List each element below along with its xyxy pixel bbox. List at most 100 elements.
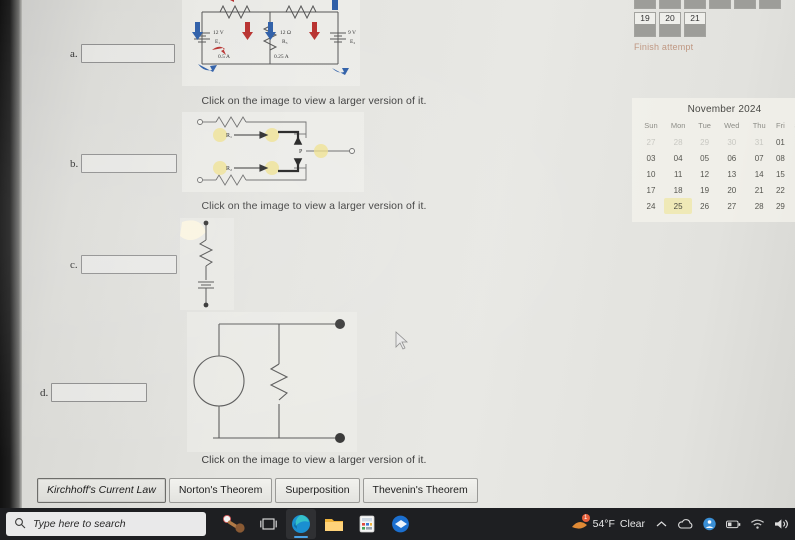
calendar-day[interactable]: 17 — [638, 182, 664, 198]
calendar-week-row: 10 11 12 13 14 15 16 — [638, 166, 795, 182]
finish-attempt-link[interactable]: Finish attempt — [634, 42, 795, 52]
calendar-day[interactable]: 18 — [664, 182, 692, 198]
calendar-day[interactable]: 10 — [638, 166, 664, 182]
question-nav-number: 20 — [665, 13, 675, 24]
calendar-weekday: Fri — [776, 121, 785, 130]
answer-input-c[interactable] — [80, 255, 177, 274]
weather-widget[interactable]: 1 54°F Clear — [571, 513, 645, 532]
edge-browser-icon[interactable] — [286, 509, 316, 539]
calendar-weekday: Wed — [724, 121, 740, 130]
calendar-weekday: Thu — [752, 121, 766, 130]
calendar-day[interactable]: 27 — [638, 134, 664, 150]
chevron-up-icon[interactable] — [654, 517, 669, 532]
figure-a-label-current-right: 0.25 A — [274, 54, 289, 60]
outlook-icon[interactable] — [385, 509, 415, 539]
question-nav-grid-row-top: 13 14 15 16 17 18 — [634, 0, 795, 9]
calendar-day[interactable]: 11 — [664, 166, 692, 182]
calendar-day[interactable]: 29 — [692, 134, 717, 150]
calendar-weekday: Sun — [644, 121, 658, 130]
task-view-icon[interactable] — [253, 509, 283, 539]
option-kirchhoffs-current-law[interactable]: Kirchhoff's Current Law — [37, 478, 166, 503]
calendar-day[interactable]: 02 — [789, 134, 795, 150]
system-tray: 1 54°F Clear — [571, 508, 789, 540]
question-nav-cell[interactable]: 13 — [634, 0, 656, 9]
baseball-bat-glove-icon[interactable] — [220, 509, 250, 539]
teams-icon[interactable] — [702, 517, 717, 532]
calendar-day-today[interactable]: 25 — [663, 198, 693, 214]
calendar-day[interactable]: 28 — [664, 134, 692, 150]
calendar-day[interactable]: 26 — [692, 198, 717, 214]
answer-row-d: d. — [40, 383, 148, 402]
calendar-day[interactable]: 08 — [772, 150, 789, 166]
calendar-day[interactable]: 14 — [747, 166, 772, 182]
calendar-day[interactable]: 21 — [747, 182, 772, 198]
calendar-week-row: 17 18 19 20 21 22 23 — [638, 182, 795, 198]
taskbar-app-icons — [220, 509, 415, 539]
answer-row-a: a. — [70, 44, 175, 63]
question-nav-number: 21 — [690, 13, 700, 24]
question-nav-cell[interactable]: 18 — [759, 0, 781, 9]
calendar-day[interactable]: 12 — [692, 166, 717, 182]
question-nav-cell[interactable]: 17 — [734, 0, 756, 9]
calendar-day[interactable]: 09 — [789, 150, 795, 166]
calendar-day[interactable]: 03 — [638, 150, 664, 166]
calendar-day[interactable]: 30 — [789, 198, 795, 214]
question-nav-cell[interactable]: 19 — [634, 12, 656, 37]
onedrive-icon[interactable] — [678, 517, 693, 532]
figure-b-circuit-image[interactable]: R₁ R₂ P — [182, 112, 364, 192]
weather-temperature: 54°F — [592, 518, 615, 530]
calendar-day[interactable]: 29 — [772, 198, 789, 214]
file-explorer-icon[interactable] — [319, 509, 349, 539]
calendar-day[interactable]: 16 — [789, 166, 795, 182]
calendar-day[interactable]: 23 — [789, 182, 795, 198]
figure-d-circuit-image[interactable] — [187, 312, 357, 452]
calendar-day[interactable]: 22 — [772, 182, 789, 198]
answer-input-b[interactable] — [81, 154, 178, 173]
figure-hint-a: Click on the image to view a larger vers… — [201, 95, 427, 107]
calendar-day[interactable]: 15 — [772, 166, 789, 182]
calendar-day[interactable]: 04 — [664, 150, 692, 166]
taskbar-search-box[interactable]: Type here to search — [6, 512, 206, 536]
answer-input-d[interactable] — [51, 383, 148, 402]
calendar-day[interactable]: 01 — [772, 134, 789, 150]
answer-input-a[interactable] — [80, 44, 175, 63]
calculator-app-icon[interactable] — [352, 509, 382, 539]
question-nav-grid-row-bottom: 19 20 21 — [634, 12, 795, 37]
question-nav-cell[interactable]: 16 — [709, 0, 731, 9]
weather-icon: 1 — [571, 513, 590, 532]
figure-a-label-e1-value: 12 V — [213, 30, 224, 36]
question-nav-state-bar — [710, 0, 730, 8]
figure-a-circuit-image[interactable]: R₁ 4 Ω R₂ 6 Ω 12 V E₁ 12 Ω R₃ 9 V E₂ 0.5… — [182, 0, 360, 86]
battery-icon[interactable] — [726, 517, 741, 532]
question-nav-state-bar — [685, 0, 705, 8]
question-nav-cell[interactable]: 20 — [659, 12, 681, 37]
question-nav-cell[interactable]: 14 — [659, 0, 681, 9]
calendar-day[interactable]: 07 — [747, 150, 772, 166]
figure-hint-b: Click on the image to view a larger vers… — [201, 200, 427, 212]
calendar-day[interactable]: 24 — [638, 198, 664, 214]
calendar-day[interactable]: 28 — [747, 198, 772, 214]
question-navigation-block: 13 14 15 16 17 18 — [634, 0, 795, 52]
figure-c-circuit-image[interactable] — [180, 218, 234, 310]
option-thevenins-theorem[interactable]: Thevenin's Theorem — [362, 478, 478, 503]
calendar-weekday: Sat — [789, 120, 795, 134]
calendar-day[interactable]: 06 — [717, 150, 747, 166]
answer-options-group: Kirchhoff's Current Law Norton's Theorem… — [37, 478, 478, 503]
calendar-day[interactable]: 05 — [692, 150, 717, 166]
option-nortons-theorem[interactable]: Norton's Theorem — [168, 478, 273, 503]
figure-a-label-r3-name: R₃ — [282, 39, 288, 45]
calendar-day[interactable]: 30 — [717, 134, 747, 150]
wifi-icon[interactable] — [750, 517, 765, 532]
answer-label-c: c. — [70, 258, 78, 271]
calendar-day[interactable]: 27 — [717, 198, 747, 214]
calendar-table: Sun Mon Tue Wed Thu Fri Sat 27 28 29 30 — [638, 120, 795, 214]
notification-badge: 1 — [581, 513, 590, 522]
question-nav-cell[interactable]: 15 — [684, 0, 706, 9]
question-nav-cell[interactable]: 21 — [684, 12, 706, 37]
calendar-day[interactable]: 31 — [747, 134, 772, 150]
calendar-day[interactable]: 19 — [692, 182, 717, 198]
calendar-day[interactable]: 20 — [717, 182, 747, 198]
volume-icon[interactable] — [774, 517, 789, 532]
option-superposition[interactable]: Superposition — [275, 478, 360, 503]
calendar-day[interactable]: 13 — [717, 166, 747, 182]
